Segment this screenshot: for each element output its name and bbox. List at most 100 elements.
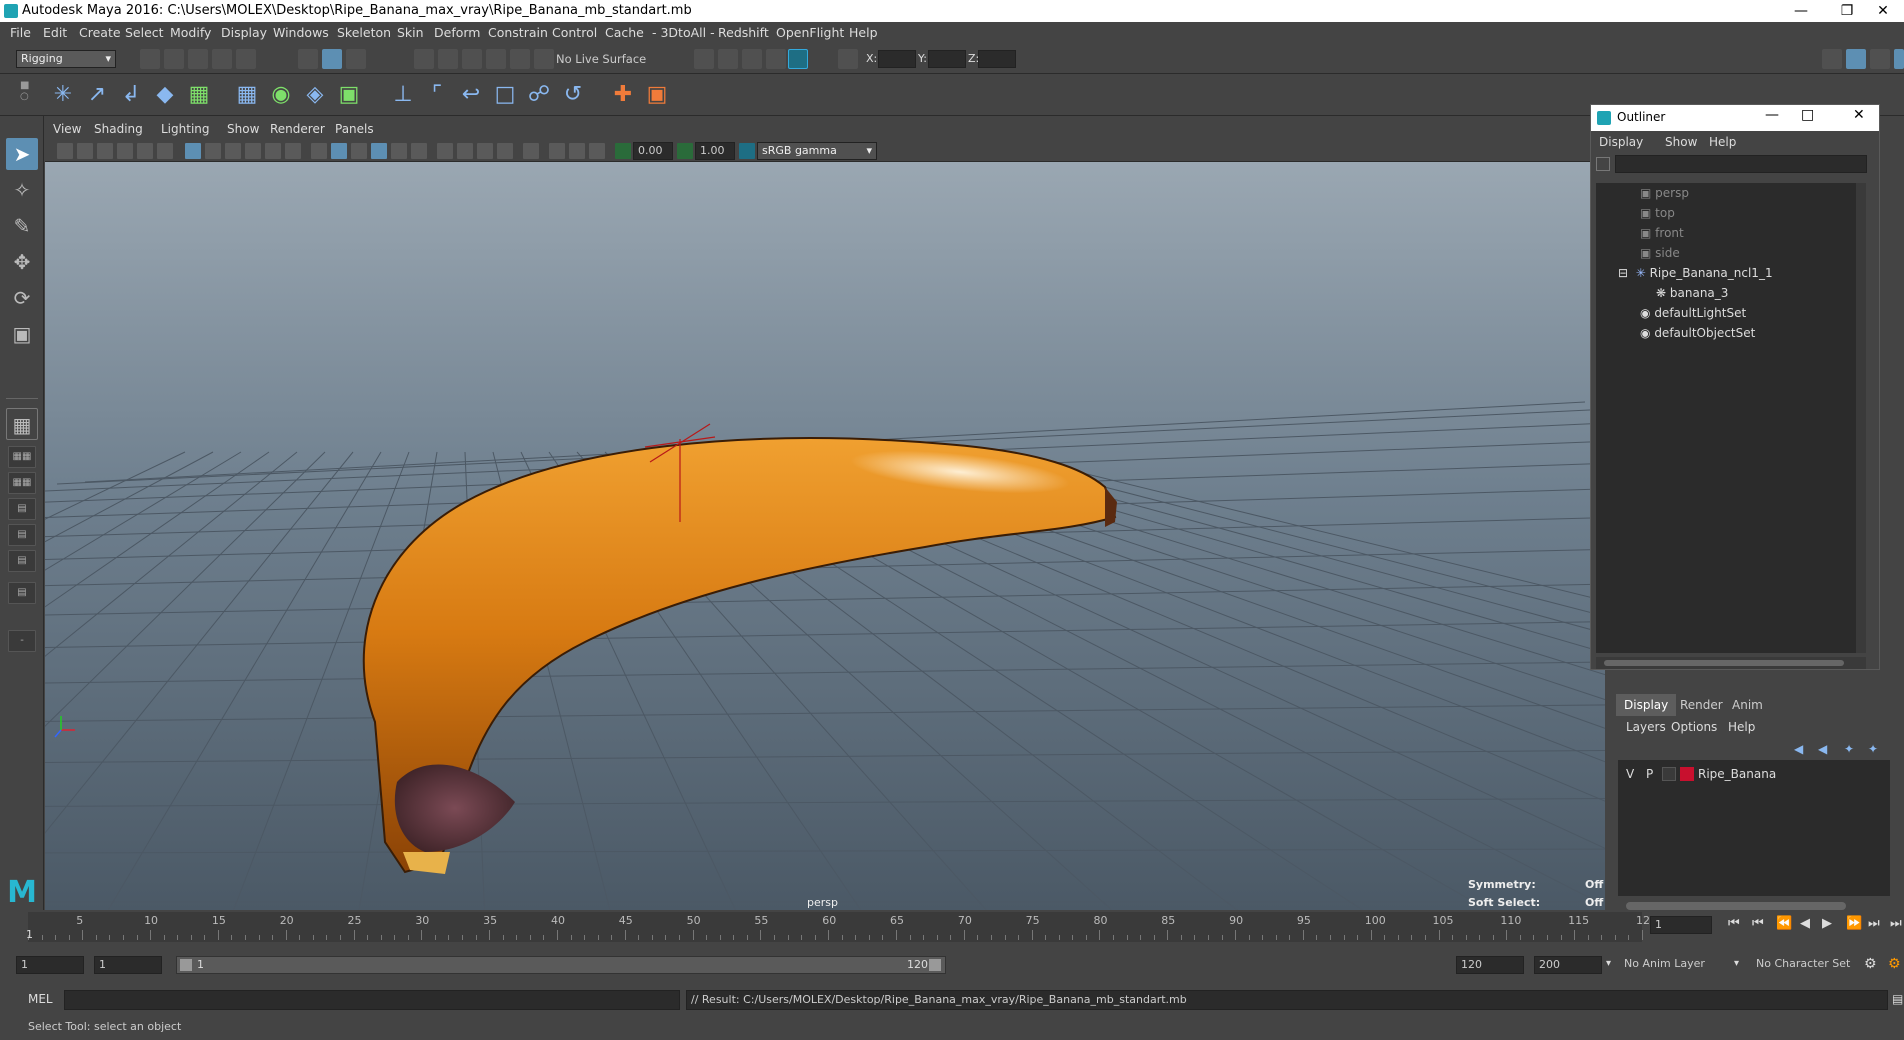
- preferences-icon[interactable]: ⚙: [1888, 956, 1901, 972]
- xray-joints-icon[interactable]: [569, 143, 585, 159]
- ik-handle-icon[interactable]: ↗: [82, 80, 112, 110]
- color-management-icon[interactable]: [739, 143, 755, 159]
- outliner-item-top[interactable]: ▣ top: [1640, 203, 1675, 223]
- new-layer-icon[interactable]: ✦: [1844, 742, 1854, 756]
- 2d-pan-zoom-icon[interactable]: [137, 143, 153, 159]
- blendshape-icon[interactable]: ▣: [334, 80, 364, 110]
- hypershade-layout-icon[interactable]: ▤: [8, 524, 36, 546]
- menu-modify[interactable]: Modify: [170, 25, 211, 40]
- chevron-down-icon[interactable]: ▾: [1606, 958, 1611, 969]
- panel-menu-show[interactable]: Show: [227, 122, 259, 136]
- menu-set-dropdown[interactable]: Rigging ▾: [16, 50, 116, 68]
- play-backward-icon[interactable]: ◀: [1800, 916, 1810, 931]
- z-field[interactable]: [978, 50, 1016, 68]
- range-start-handle[interactable]: [180, 959, 192, 971]
- shelf-tabs-handle[interactable]: ■ ○: [20, 80, 32, 110]
- motion-blur-icon[interactable]: [457, 143, 473, 159]
- render-frame-icon[interactable]: [718, 49, 738, 69]
- undo-icon[interactable]: [212, 49, 232, 69]
- outliner-item-default-object-set[interactable]: ◉ defaultObjectSet: [1640, 323, 1755, 343]
- layer-color-swatch[interactable]: [1680, 767, 1694, 781]
- layer-menu-layers[interactable]: Layers: [1626, 720, 1666, 734]
- smooth-shade-icon[interactable]: [331, 143, 347, 159]
- layer-menu-options[interactable]: Options: [1671, 720, 1717, 734]
- menu-cache[interactable]: Cache: [605, 25, 644, 40]
- modeling-toolkit-icon[interactable]: [1822, 49, 1842, 69]
- grid-toggle-icon[interactable]: [185, 143, 201, 159]
- snap-curve-icon[interactable]: [438, 49, 458, 69]
- use-default-material-icon[interactable]: [351, 143, 367, 159]
- layer-playback-toggle[interactable]: P: [1646, 767, 1653, 781]
- outliner-item-front[interactable]: ▣ front: [1640, 223, 1684, 243]
- scale-tool-icon[interactable]: ▣: [6, 318, 38, 350]
- outliner-item-side[interactable]: ▣ side: [1640, 243, 1680, 263]
- command-input[interactable]: [64, 990, 680, 1010]
- layer-name[interactable]: Ripe_Banana: [1698, 767, 1776, 781]
- minimize-button[interactable]: —: [1778, 0, 1824, 22]
- film-gate-icon[interactable]: [205, 143, 221, 159]
- select-components-icon[interactable]: [346, 49, 366, 69]
- outliner-vertical-scrollbar[interactable]: [1856, 183, 1866, 653]
- layer-scrollbar[interactable]: [1626, 902, 1846, 910]
- snap-surface-icon[interactable]: [510, 49, 530, 69]
- menu-help[interactable]: Help: [849, 25, 878, 40]
- playback-end-field[interactable]: 120: [1456, 956, 1524, 974]
- menu-constrain[interactable]: Constrain: [488, 25, 548, 40]
- outliner-title-bar[interactable]: Outliner — □ ✕: [1591, 105, 1879, 131]
- new-layer-from-selected-icon[interactable]: ✦: [1868, 742, 1878, 756]
- outliner-menu-show[interactable]: Show: [1665, 135, 1697, 149]
- attribute-editor-icon[interactable]: [1846, 49, 1866, 69]
- wrap-icon[interactable]: ◈: [300, 80, 330, 110]
- menu-edit[interactable]: Edit: [43, 25, 67, 40]
- new-scene-icon[interactable]: [140, 49, 160, 69]
- menu-control[interactable]: Control: [552, 25, 597, 40]
- select-tool-icon[interactable]: ➤: [6, 138, 38, 170]
- cluster-icon[interactable]: ◉: [266, 80, 296, 110]
- script-layout-icon[interactable]: ▤: [8, 550, 36, 572]
- menu-create[interactable]: Create: [79, 25, 121, 40]
- gamma-icon[interactable]: [677, 143, 693, 159]
- ambient-occlusion-icon[interactable]: [437, 143, 453, 159]
- xray-components-icon[interactable]: [589, 143, 605, 159]
- open-scene-icon[interactable]: [164, 49, 184, 69]
- bind-skin-icon[interactable]: ▦: [184, 80, 214, 110]
- outliner-maximize-button[interactable]: □: [1801, 107, 1814, 123]
- transform-constraint-icon[interactable]: [838, 49, 858, 69]
- tool-settings-icon[interactable]: [1870, 49, 1890, 69]
- tab-anim[interactable]: Anim: [1724, 694, 1771, 716]
- menu-3dtoall[interactable]: - 3DtoAll -: [652, 25, 715, 40]
- play-forward-icon[interactable]: ▶: [1822, 916, 1832, 931]
- persp-outliner-layout-icon[interactable]: ▦▦: [8, 472, 36, 494]
- menu-skin[interactable]: Skin: [397, 25, 424, 40]
- chevron-down-icon[interactable]: ▾: [1734, 958, 1739, 969]
- step-back-frame-icon[interactable]: ⏪: [1776, 916, 1792, 931]
- gamma-field[interactable]: 1.00: [695, 142, 735, 160]
- custom-layout-icon[interactable]: ▤: [8, 582, 36, 604]
- step-forward-key-icon[interactable]: ⏭: [1868, 916, 1880, 931]
- exposure-icon[interactable]: [615, 143, 631, 159]
- single-view-icon[interactable]: ▦: [6, 408, 38, 440]
- step-back-key-icon[interactable]: ⏮: [1752, 916, 1764, 931]
- snap-plane-icon[interactable]: [534, 49, 554, 69]
- outliner-search-input[interactable]: [1615, 155, 1867, 173]
- outliner-minimize-button[interactable]: —: [1765, 107, 1779, 123]
- locator-icon[interactable]: ⊥: [388, 80, 418, 110]
- menu-deform[interactable]: Deform: [434, 25, 480, 40]
- parent-constraint-icon[interactable]: ↺: [558, 80, 588, 110]
- camera-attributes-icon[interactable]: [77, 143, 93, 159]
- bookmark-icon[interactable]: [97, 143, 113, 159]
- resolution-gate-icon[interactable]: [225, 143, 241, 159]
- channel-box-icon[interactable]: [1894, 49, 1904, 69]
- animation-start-field[interactable]: 1: [16, 956, 84, 974]
- layer-visibility-toggle[interactable]: V: [1626, 767, 1634, 781]
- menu-openflight[interactable]: OpenFlight: [776, 25, 844, 40]
- use-lights-icon[interactable]: [391, 143, 407, 159]
- x-field[interactable]: [878, 50, 916, 68]
- tab-render[interactable]: Render: [1672, 694, 1731, 716]
- perspective-viewport[interactable]: persp Symmetry: Off Soft Select: Off: [45, 162, 1605, 910]
- orient-constraint-icon[interactable]: □: [490, 80, 520, 110]
- layer-type-toggle[interactable]: [1662, 767, 1676, 781]
- filter-icon[interactable]: [1596, 157, 1610, 171]
- go-to-start-icon[interactable]: ⏮: [1728, 916, 1740, 931]
- select-hierarchy-icon[interactable]: [298, 49, 318, 69]
